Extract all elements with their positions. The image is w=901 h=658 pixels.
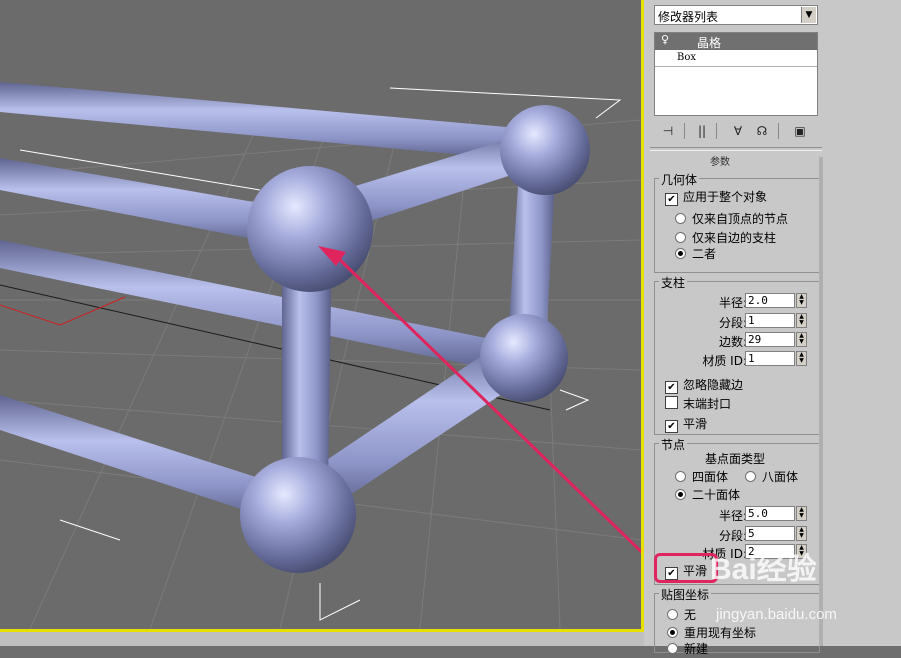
checkbox-label: 忽略隐藏边 (683, 378, 744, 392)
strut-radius-spinner[interactable]: 半径: 2.0 ▲ ▼ (655, 293, 807, 310)
baidu-watermark: Bai经验 jingyan.baidu.com (690, 540, 890, 630)
checkbox-box[interactable] (665, 396, 678, 409)
radio-button[interactable] (667, 627, 678, 638)
watermark-url: jingyan.baidu.com (716, 606, 837, 623)
apply-whole-object-label: 应用于整个对象 (683, 190, 768, 204)
chevron-down-icon[interactable]: ▼ (801, 7, 816, 23)
radio-icosa[interactable]: 二十面体 (675, 486, 740, 504)
grid-y-axis (0, 304, 61, 326)
spinner-arrows[interactable]: ▲ ▼ (796, 506, 807, 521)
geometry-group-title: 几何体 (659, 171, 700, 188)
pin-stack-icon[interactable]: ⊣ (658, 122, 678, 140)
radio-both[interactable]: 二者 (675, 245, 716, 263)
spinner-label: 半径: (718, 509, 747, 523)
radio-label: 仅来自顶点的节点 (692, 212, 789, 226)
make-unique-icon[interactable]: ∀ (728, 122, 748, 140)
joints-group-title: 节点 (659, 436, 688, 453)
radio-octa[interactable]: 八面体 (745, 468, 798, 486)
spinner-arrows[interactable]: ▲ ▼ (796, 313, 807, 328)
strut-segments-field[interactable]: 1 (745, 313, 795, 328)
struts-group-title: 支柱 (659, 274, 688, 291)
checkbox-box[interactable]: ✔ (665, 420, 678, 433)
toolbar-divider (778, 123, 779, 139)
toolbar-divider (716, 123, 717, 139)
geodesic-type-label: 基点面类型 (705, 452, 766, 466)
radio-nodes-from-vertices[interactable]: 仅来自顶点的节点 (675, 210, 788, 228)
radio-button[interactable] (745, 471, 756, 482)
radio-label: 仅来自边的支柱 (692, 231, 777, 245)
radio-label: 新建 (684, 642, 709, 656)
radio-label: 八面体 (762, 470, 799, 484)
checkbox-label: 末端封口 (683, 397, 732, 411)
lightbulb-icon[interactable]: ♀ (661, 33, 669, 46)
strut-material-id-spinner[interactable]: 材质 ID: 1 ▲ ▼ (655, 351, 807, 368)
radio-mapping-new[interactable]: 新建 (667, 640, 708, 658)
apply-whole-object-checkbox[interactable]: ✔ 应用于整个对象 (665, 188, 767, 206)
radio-button[interactable] (675, 248, 686, 259)
spinner-label: 材质 ID: (702, 354, 747, 368)
toolbar-divider (684, 123, 685, 139)
perspective-viewport[interactable] (0, 0, 644, 632)
joint-radius-field[interactable]: 5.0 (745, 506, 795, 521)
radio-label: 二者 (692, 247, 717, 261)
remove-modifier-icon[interactable]: ☊ (752, 122, 772, 140)
radio-button[interactable] (667, 643, 678, 654)
spinner-arrows[interactable]: ▲ ▼ (796, 293, 807, 308)
spinner-label: 边数: (718, 335, 747, 349)
strut-sides-spinner[interactable]: 边数: 29 ▲ ▼ (655, 332, 807, 349)
radio-button[interactable] (675, 232, 686, 243)
spinner-label: 分段: (718, 316, 747, 330)
viewport-bottom-strip (0, 632, 644, 646)
strut-radius-field[interactable]: 2.0 (745, 293, 795, 308)
stack-item-lattice[interactable]: ♀ 晶格 (655, 33, 817, 50)
viewport-scene (0, 82, 641, 629)
spinner-arrows[interactable]: ▲ ▼ (796, 526, 807, 541)
radio-label: 二十面体 (692, 488, 741, 502)
joint-segments-field[interactable]: 5 (745, 526, 795, 541)
stack-toolbar: ⊣ || ∀ ☊ ▣ (654, 120, 820, 144)
radio-button[interactable] (675, 471, 686, 482)
modifier-stack[interactable]: ♀ 晶格 Box (654, 32, 818, 116)
checkbox-box[interactable]: ✔ (665, 381, 678, 394)
strut-smooth-checkbox[interactable]: ✔ 平滑 (665, 415, 707, 433)
strut-material-id-field[interactable]: 1 (745, 351, 795, 366)
strut-segments-spinner[interactable]: 分段: 1 ▲ ▼ (655, 313, 807, 330)
modifier-list-dropdown[interactable]: 修改器列表 ▼ (654, 5, 818, 25)
geometry-group: 几何体 ✔ 应用于整个对象 仅来自顶点的节点 仅来自边的支柱 二者 (654, 171, 820, 273)
radio-label: 四面体 (692, 470, 729, 484)
spinner-arrows[interactable]: ▲ ▼ (796, 351, 807, 366)
strut-sides-field[interactable]: 29 (745, 332, 795, 347)
rollout-title: 参数 (710, 157, 730, 168)
stack-item-box[interactable]: Box (655, 50, 817, 67)
checkbox-label: 平滑 (683, 417, 708, 431)
spinner-label: 半径: (718, 296, 747, 310)
radio-button[interactable] (675, 213, 686, 224)
modifier-list-label: 修改器列表 (658, 10, 719, 24)
end-caps-checkbox[interactable]: 末端封口 (665, 395, 731, 413)
panel-divider (650, 147, 822, 151)
watermark-brand: Bai经验 (710, 553, 817, 586)
radio-tetra[interactable]: 四面体 (675, 468, 728, 486)
radio-button[interactable] (675, 489, 686, 500)
checkbox-box[interactable]: ✔ (665, 193, 678, 206)
spinner-arrows[interactable]: ▲ ▼ (796, 332, 807, 347)
configure-modifier-sets-icon[interactable]: ▣ (790, 122, 810, 140)
radio-button[interactable] (667, 609, 678, 620)
ignore-hidden-edges-checkbox[interactable]: ✔ 忽略隐藏边 (665, 376, 743, 394)
stack-item-lattice-label: 晶格 (697, 36, 722, 50)
joint-radius-spinner[interactable]: 半径: 5.0 ▲ ▼ (655, 506, 807, 523)
struts-group: 支柱 半径: 2.0 ▲ ▼ 分段: 1 ▲ ▼ 边数: 29 ▲ ▼ 材质 ID: … (654, 274, 820, 435)
show-end-result-icon[interactable]: || (692, 122, 712, 140)
stack-item-box-label: Box (677, 52, 697, 63)
